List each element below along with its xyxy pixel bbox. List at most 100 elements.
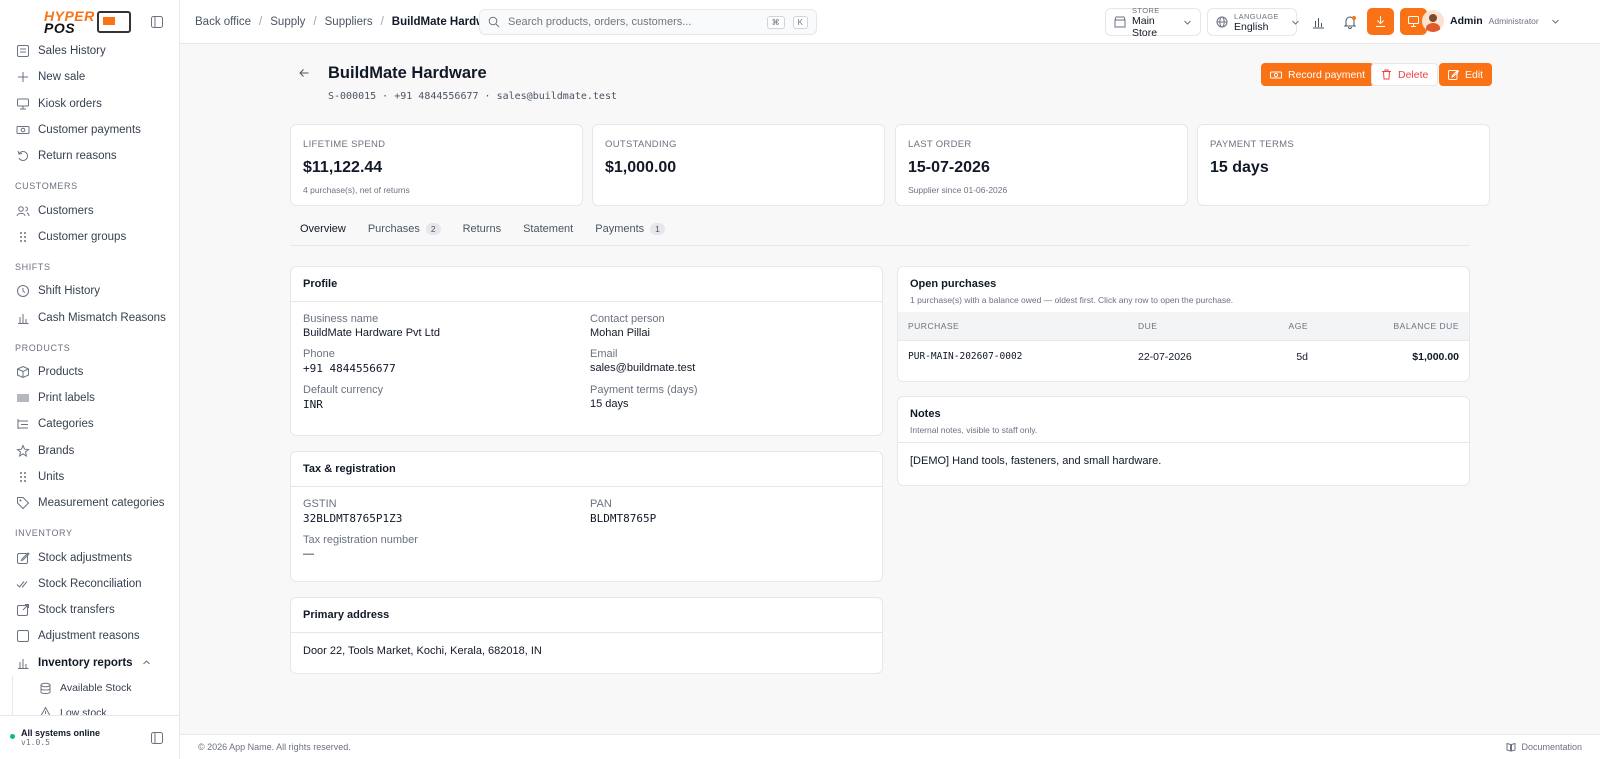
search-icon bbox=[488, 16, 500, 28]
field-label: Email bbox=[590, 348, 618, 360]
tax-registration-value: — bbox=[303, 548, 314, 560]
tab-purchases[interactable]: Purchases 2 bbox=[358, 220, 451, 245]
tab-returns[interactable]: Returns bbox=[453, 220, 512, 245]
undo-icon bbox=[16, 149, 30, 163]
sidebar-subitem-low-stock[interactable]: Low stock bbox=[12, 700, 179, 715]
stat-lifetime-spend: LIFETIME SPEND $11,122.44 4 purchase(s),… bbox=[290, 124, 583, 206]
pos-terminal-icon bbox=[96, 11, 131, 33]
stat-label: LIFETIME SPEND bbox=[303, 139, 386, 150]
globe-icon bbox=[1216, 16, 1228, 28]
page-footer: © 2026 App Name. All rights reserved. Do… bbox=[180, 734, 1600, 759]
global-search[interactable]: ⌘ K bbox=[479, 9, 817, 35]
bar-chart-icon bbox=[16, 311, 30, 325]
stat-note: 4 purchase(s), net of returns bbox=[303, 185, 410, 195]
card-title: Tax & registration bbox=[303, 463, 396, 475]
tab-payments[interactable]: Payments 1 bbox=[585, 220, 675, 245]
record-payment-label: Record payment bbox=[1288, 68, 1366, 81]
sidebar-item-stock-reconciliation[interactable]: Stock Reconciliation bbox=[0, 571, 179, 597]
sidebar-item-stock-transfers[interactable]: Stock transfers bbox=[0, 597, 179, 623]
tab-statement[interactable]: Statement bbox=[513, 220, 583, 245]
back-arrow-icon[interactable] bbox=[298, 67, 310, 79]
section-shifts: SHIFTS bbox=[15, 262, 51, 273]
sidebar-item-print-labels[interactable]: Print labels bbox=[0, 385, 179, 411]
sidebar-item-adjustment-reasons[interactable]: Adjustment reasons bbox=[0, 623, 179, 649]
page-title: BuildMate Hardware bbox=[328, 64, 487, 82]
store-value: Main Store bbox=[1132, 14, 1158, 39]
stat-label: LAST ORDER bbox=[908, 139, 972, 150]
tab-label: Purchases bbox=[367, 223, 420, 235]
main-content: BuildMate Hardware S-000015 · +91 484455… bbox=[180, 44, 1600, 734]
sidebar-item-kiosk-orders[interactable]: Kiosk orders bbox=[0, 91, 179, 117]
notes-card: Notes Internal notes, visible to staff o… bbox=[897, 396, 1470, 486]
sidebar-item-label: Inventory reports bbox=[38, 656, 133, 669]
section-products: PRODUCTS bbox=[15, 342, 71, 353]
section-inventory: INVENTORY bbox=[15, 528, 73, 539]
shortcut-key-k: K bbox=[792, 15, 808, 29]
user-role: Administrator bbox=[1488, 16, 1539, 26]
cash-icon bbox=[16, 123, 30, 137]
collapse-sidebar-icon[interactable] bbox=[149, 730, 165, 746]
store-icon bbox=[1114, 16, 1126, 28]
sidebar-item-stock-adjustments[interactable]: Stock adjustments bbox=[0, 544, 179, 570]
language-value: English bbox=[1234, 20, 1269, 33]
open-purchases-card: Open purchases 1 purchase(s) with a bala… bbox=[897, 266, 1470, 382]
sidebar-subitem-available-stock[interactable]: Available Stock bbox=[12, 675, 179, 701]
breadcrumb-back-office[interactable]: Back office bbox=[195, 16, 251, 28]
sidebar-nav: Sales History New sale Kiosk orders Cust… bbox=[0, 38, 179, 715]
online-dot-icon bbox=[10, 734, 15, 739]
download-icon[interactable] bbox=[1367, 8, 1394, 35]
delete-button[interactable]: Delete bbox=[1371, 63, 1439, 86]
clock-icon bbox=[16, 284, 30, 298]
stat-payment-terms: PAYMENT TERMS 15 days bbox=[1197, 124, 1490, 206]
sidebar-item-label: Stock Reconciliation bbox=[38, 577, 142, 590]
breadcrumb-suppliers[interactable]: Suppliers bbox=[325, 16, 373, 28]
breadcrumb-supply[interactable]: Supply bbox=[270, 16, 305, 28]
store-selector[interactable]: STORE Main Store bbox=[1105, 6, 1201, 39]
notification-bell-icon[interactable] bbox=[1339, 11, 1361, 33]
grip-icon bbox=[16, 470, 30, 484]
sidebar: HYPER POS Sales History New sale Kiosk o… bbox=[0, 0, 180, 759]
sidebar-footer: All systems online v1.0.5 bbox=[0, 715, 179, 759]
sidebar-item-customer-payments[interactable]: Customer payments bbox=[0, 117, 179, 143]
language-selector[interactable]: LANGUAGE English bbox=[1207, 8, 1299, 36]
sidebar-item-label: Return reasons bbox=[38, 150, 117, 163]
record-payment-button[interactable]: Record payment bbox=[1261, 63, 1375, 86]
email-value: sales@buildmate.test bbox=[590, 362, 696, 374]
field-label: GSTIN bbox=[303, 498, 337, 510]
sidebar-item-sales-history[interactable]: Sales History bbox=[0, 38, 179, 64]
column-header-purchase: PURCHASE bbox=[898, 312, 1128, 341]
reports-chart-icon[interactable] bbox=[1307, 11, 1329, 33]
supplier-meta: S-000015 · +91 4844556677 · sales@buildm… bbox=[328, 91, 617, 102]
user-menu[interactable]: Admin Administrator bbox=[1422, 10, 1560, 32]
sidebar-item-shift-history[interactable]: Shift History bbox=[0, 278, 179, 304]
sidebar-item-return-reasons[interactable]: Return reasons bbox=[0, 143, 179, 169]
app-version: v1.0.5 bbox=[21, 738, 50, 747]
star-icon bbox=[16, 443, 30, 458]
collapse-sidebar-icon[interactable] bbox=[149, 14, 165, 30]
sidebar-item-brands[interactable]: Brands bbox=[0, 438, 179, 464]
sidebar-item-units[interactable]: Units bbox=[0, 464, 179, 490]
sidebar-item-categories[interactable]: Categories bbox=[0, 411, 179, 437]
avatar bbox=[1422, 10, 1444, 32]
sidebar-item-label: Sales History bbox=[38, 45, 106, 58]
tab-overview[interactable]: Overview bbox=[290, 220, 356, 245]
card-subtitle: Internal notes, visible to staff only. bbox=[910, 425, 1038, 435]
sidebar-item-inventory-reports[interactable]: Inventory reports bbox=[0, 650, 179, 676]
stat-label: PAYMENT TERMS bbox=[1210, 139, 1294, 150]
sidebar-item-products[interactable]: Products bbox=[0, 359, 179, 385]
warning-triangle-icon bbox=[39, 706, 52, 715]
sidebar-item-cash-mismatch-reasons[interactable]: Cash Mismatch Reasons bbox=[0, 304, 179, 330]
table-row[interactable]: PUR-MAIN-202607-0002 22-07-2026 5d $1,00… bbox=[898, 340, 1469, 373]
sidebar-item-measurement-categories[interactable]: Measurement categories bbox=[0, 490, 179, 516]
documentation-link[interactable]: Documentation bbox=[1506, 742, 1582, 752]
edit-button[interactable]: Edit bbox=[1439, 63, 1493, 86]
app-logo[interactable]: HYPER POS bbox=[44, 9, 131, 35]
trash-icon bbox=[1381, 69, 1392, 80]
sidebar-item-customers[interactable]: Customers bbox=[0, 197, 179, 223]
phone-value: +91 4844556677 bbox=[303, 362, 396, 375]
tab-count-badge: 1 bbox=[650, 223, 665, 235]
sidebar-item-customer-groups[interactable]: Customer groups bbox=[0, 224, 179, 250]
card-subtitle: 1 purchase(s) with a balance owed — olde… bbox=[910, 295, 1234, 305]
search-input[interactable] bbox=[508, 16, 759, 28]
sidebar-item-new-sale[interactable]: New sale bbox=[0, 64, 179, 90]
